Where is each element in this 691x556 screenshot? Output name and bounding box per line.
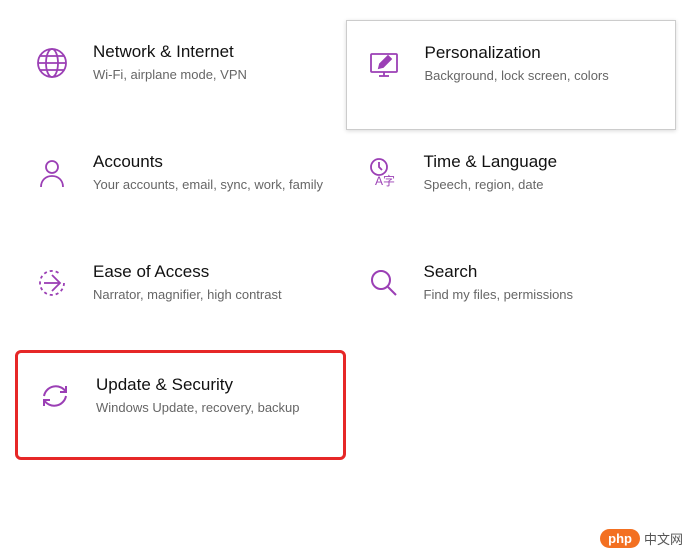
- tile-subtitle: Wi-Fi, airplane mode, VPN: [93, 66, 332, 84]
- tile-title: Network & Internet: [93, 42, 332, 62]
- tile-network-internet[interactable]: Network & Internet Wi-Fi, airplane mode,…: [15, 20, 346, 130]
- personalization-icon: [361, 41, 407, 87]
- tile-title: Personalization: [425, 43, 662, 63]
- watermark-text: 中文网: [644, 529, 683, 548]
- tile-subtitle: Speech, region, date: [424, 176, 663, 194]
- tile-accounts[interactable]: Accounts Your accounts, email, sync, wor…: [15, 130, 346, 240]
- globe-icon: [29, 40, 75, 86]
- watermark: php 中文网: [600, 529, 683, 548]
- tile-personalization[interactable]: Personalization Background, lock screen,…: [346, 20, 677, 130]
- tile-title: Ease of Access: [93, 262, 332, 282]
- watermark-badge: php: [600, 529, 640, 548]
- tile-subtitle: Narrator, magnifier, high contrast: [93, 286, 332, 304]
- tile-title: Search: [424, 262, 663, 282]
- tile-subtitle: Your accounts, email, sync, work, family: [93, 176, 332, 194]
- tile-ease-of-access[interactable]: Ease of Access Narrator, magnifier, high…: [15, 240, 346, 350]
- tile-title: Accounts: [93, 152, 332, 172]
- time-language-icon: A字: [360, 150, 406, 196]
- svg-text:A字: A字: [375, 173, 395, 188]
- person-icon: [29, 150, 75, 196]
- tile-title: Update & Security: [96, 375, 329, 395]
- ease-of-access-icon: [29, 260, 75, 306]
- tile-subtitle: Background, lock screen, colors: [425, 67, 662, 85]
- tile-search[interactable]: Search Find my files, permissions: [346, 240, 677, 350]
- tile-update-security[interactable]: Update & Security Windows Update, recove…: [15, 350, 346, 460]
- settings-grid: Network & Internet Wi-Fi, airplane mode,…: [0, 0, 691, 480]
- tile-title: Time & Language: [424, 152, 663, 172]
- search-icon: [360, 260, 406, 306]
- tile-time-language[interactable]: A字 Time & Language Speech, region, date: [346, 130, 677, 240]
- update-sync-icon: [32, 373, 78, 419]
- tile-subtitle: Windows Update, recovery, backup: [96, 399, 329, 417]
- tile-subtitle: Find my files, permissions: [424, 286, 663, 304]
